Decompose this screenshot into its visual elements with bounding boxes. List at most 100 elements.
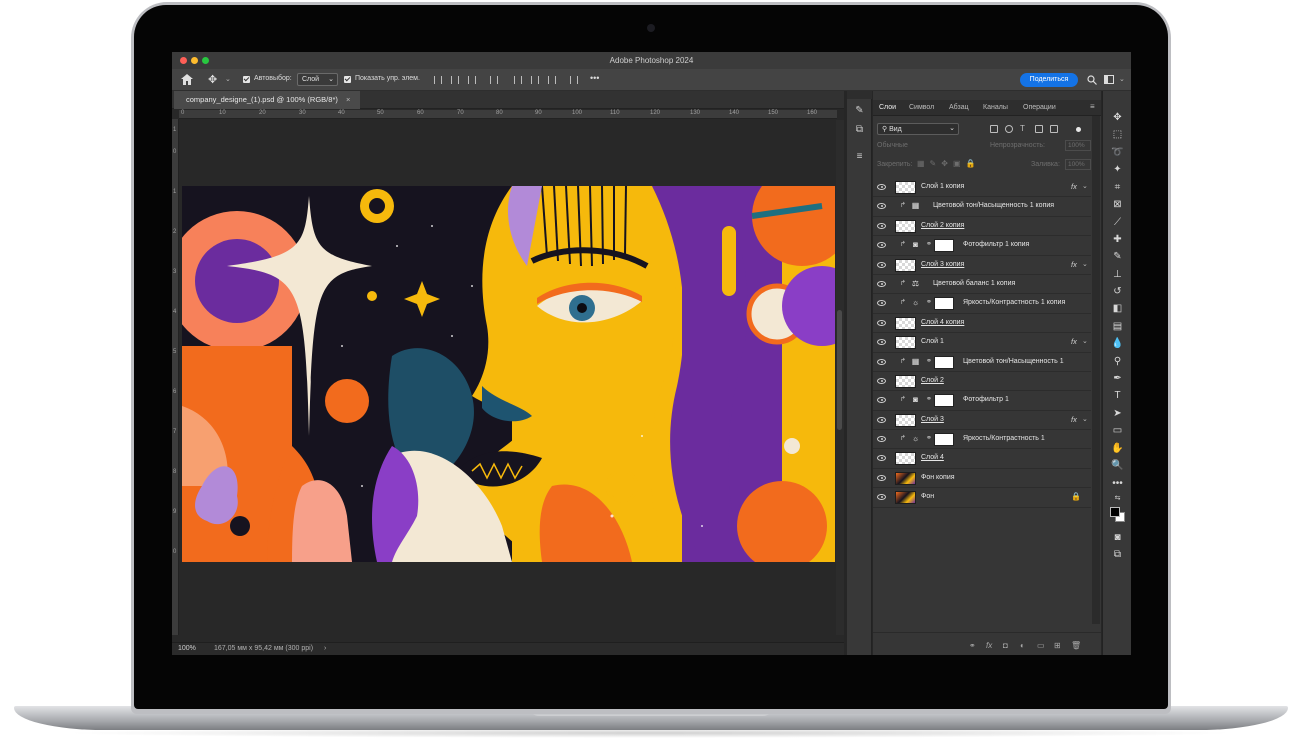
layer-name[interactable]: Фотофильтр 1 xyxy=(963,396,1009,403)
visibility-eye-icon[interactable] xyxy=(877,222,886,229)
layer-row[interactable]: ↱ ☼ ⚭ Яркость/Контрастность 1 xyxy=(873,430,1091,450)
move-tool-icon[interactable]: ✥ xyxy=(208,74,220,86)
link-icon[interactable]: ⚭ xyxy=(926,434,932,442)
rectangle-tool-icon[interactable]: ▭ xyxy=(1111,424,1124,437)
layer-row[interactable]: Слой 1 копия fx ⌄ xyxy=(873,178,1091,198)
blur-tool-icon[interactable]: 💧 xyxy=(1111,337,1124,350)
vertical-scrollbar[interactable] xyxy=(836,120,844,635)
layer-thumbnail[interactable] xyxy=(895,219,916,233)
layer-name[interactable]: Фон xyxy=(921,493,934,500)
link-layers-icon[interactable]: ⚭ xyxy=(969,641,976,650)
layer-row[interactable]: ↱ ▦ ⚭ Цветовой тон/Насыщенность 1 xyxy=(873,353,1091,372)
fill-field[interactable]: 100% xyxy=(1065,159,1091,170)
visibility-eye-icon[interactable] xyxy=(877,358,886,365)
layer-row[interactable]: Фон копия xyxy=(873,469,1091,489)
filter-toggle-icon[interactable] xyxy=(1076,127,1081,132)
eraser-tool-icon[interactable]: ◧ xyxy=(1111,302,1124,315)
layer-row[interactable]: ↱ ▦ Цветовой тон/Насыщенность 1 копия xyxy=(873,197,1091,217)
healing-brush-icon[interactable]: ✚ xyxy=(1111,233,1124,246)
layer-name[interactable]: Фон копия xyxy=(921,474,955,481)
layer-row[interactable]: ↱ ◙ ⚭ Фотофильтр 1 xyxy=(873,391,1091,411)
document-info[interactable]: 167,05 мм x 95,42 мм (300 ppi) xyxy=(214,645,313,652)
layer-effects-icon[interactable]: fx xyxy=(1071,182,1077,191)
align-right-icon[interactable] xyxy=(468,76,476,84)
visibility-eye-icon[interactable] xyxy=(877,242,886,249)
panel-grip[interactable] xyxy=(847,91,872,99)
tab-layers[interactable]: Слои xyxy=(879,104,896,111)
foreground-color-swatch[interactable] xyxy=(1110,507,1120,517)
layer-row[interactable]: ↱ ☼ ⚭ Яркость/Контрастность 1 копия xyxy=(873,294,1091,314)
layer-name[interactable]: Яркость/Контрастность 1 xyxy=(963,435,1045,442)
align-bottom-icon[interactable] xyxy=(531,76,539,84)
layer-mask-thumbnail[interactable] xyxy=(934,433,954,447)
layer-name[interactable]: Фотофильтр 1 копия xyxy=(963,241,1029,248)
gradient-tool-icon[interactable]: ▤ xyxy=(1111,320,1124,333)
layer-row[interactable]: ↱ ⚖ Цветовой баланс 1 копия xyxy=(873,275,1091,295)
visibility-eye-icon[interactable] xyxy=(877,261,886,268)
layers-scrollbar[interactable] xyxy=(1092,116,1100,624)
delete-layer-icon[interactable]: 🗑 xyxy=(1071,641,1081,650)
layer-name[interactable]: Слой 2 копия xyxy=(921,222,964,229)
tab-actions[interactable]: Операции xyxy=(1023,104,1056,111)
history-brush-icon[interactable]: ↺ xyxy=(1111,285,1124,298)
layer-thumbnail[interactable] xyxy=(895,181,916,194)
layer-row[interactable]: ↱ ◙ ⚭ Фотофильтр 1 копия xyxy=(873,236,1091,256)
layer-thumbnail[interactable] xyxy=(895,491,916,505)
visibility-eye-icon[interactable] xyxy=(877,377,886,384)
new-layer-icon[interactable]: ⊞ xyxy=(1054,641,1061,650)
blend-mode-dropdown[interactable]: Обычные xyxy=(877,142,967,149)
chevron-down-icon[interactable]: ⌄ xyxy=(225,75,231,83)
layer-name[interactable]: Слой 1 копия xyxy=(921,183,964,190)
type-tool-icon[interactable]: T xyxy=(1111,389,1124,402)
layer-row[interactable]: Слой 4 копия xyxy=(873,314,1091,334)
layer-mask-thumbnail[interactable] xyxy=(934,297,954,311)
layer-name[interactable]: Слой 4 xyxy=(921,454,944,461)
status-menu-arrow[interactable]: › xyxy=(324,645,326,652)
swap-colors-icon[interactable]: ⇆ xyxy=(1111,492,1124,505)
show-transform-checkbox[interactable] xyxy=(344,76,351,83)
layer-row[interactable]: Слой 3 копия fx ⌄ xyxy=(873,256,1091,275)
hand-tool-icon[interactable]: ✋ xyxy=(1111,442,1124,455)
home-icon[interactable] xyxy=(181,74,193,85)
stamp-tool-icon[interactable]: ⊥ xyxy=(1111,268,1124,281)
layer-name[interactable]: Цветовой баланс 1 копия xyxy=(933,280,1015,287)
filter-shape-icon[interactable] xyxy=(1035,125,1043,133)
frame-tool-icon[interactable]: ⊠ xyxy=(1111,198,1124,211)
layer-name[interactable]: Слой 3 копия xyxy=(921,261,964,268)
visibility-eye-icon[interactable] xyxy=(877,300,886,307)
layer-row[interactable]: Слой 2 xyxy=(873,372,1091,392)
layer-name[interactable]: Слой 3 xyxy=(921,416,944,423)
zoom-tool-icon[interactable]: 🔍 xyxy=(1111,459,1124,472)
search-icon[interactable] xyxy=(1087,75,1097,85)
layer-thumbnail[interactable] xyxy=(895,336,916,350)
chevron-down-icon[interactable]: ⌄ xyxy=(1119,75,1125,83)
link-icon[interactable]: ⚭ xyxy=(926,240,932,248)
layer-mask-thumbnail[interactable] xyxy=(934,394,954,408)
layer-name[interactable]: Яркость/Контрастность 1 копия xyxy=(963,299,1065,306)
layer-thumbnail[interactable] xyxy=(895,413,916,427)
document-tab[interactable]: company_designe_(1).psd @ 100% (RGB/8*) … xyxy=(174,91,361,109)
filter-type-icon[interactable]: T xyxy=(1020,125,1028,133)
add-style-icon[interactable]: fx xyxy=(986,641,992,650)
chevron-down-icon[interactable]: ⌄ xyxy=(1082,337,1088,345)
auto-select-checkbox[interactable] xyxy=(243,76,250,83)
new-group-icon[interactable]: ▭ xyxy=(1037,641,1045,650)
align-top-icon[interactable] xyxy=(490,76,498,84)
link-icon[interactable]: ⚭ xyxy=(926,357,932,365)
distribute-icon[interactable] xyxy=(570,76,578,84)
align-center-icon[interactable] xyxy=(451,76,459,84)
align-middle-icon[interactable] xyxy=(514,76,522,84)
layer-mask-thumbnail[interactable] xyxy=(934,239,954,253)
align-left-icon[interactable] xyxy=(434,76,442,84)
layer-thumbnail[interactable] xyxy=(895,374,916,388)
layer-name[interactable]: Слой 4 копия xyxy=(921,319,964,326)
layer-row[interactable]: Слой 4 xyxy=(873,449,1091,469)
visibility-eye-icon[interactable] xyxy=(877,436,886,443)
auto-select-dropdown[interactable]: Слой ⌄ xyxy=(297,73,338,86)
layer-mask-thumbnail[interactable] xyxy=(934,355,954,369)
new-adjustment-icon[interactable]: ◐ xyxy=(1020,641,1025,650)
adjustments-icon[interactable]: ⧉ xyxy=(854,124,865,135)
layer-effects-icon[interactable]: fx xyxy=(1071,260,1077,269)
layer-row[interactable]: Слой 1 fx ⌄ xyxy=(873,333,1091,353)
layer-thumbnail[interactable] xyxy=(895,452,916,466)
